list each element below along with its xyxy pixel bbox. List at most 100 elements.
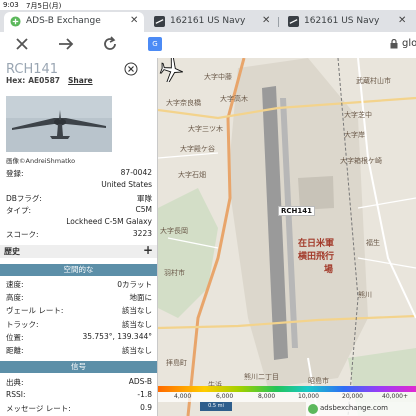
map-label: 拝島町 [166, 359, 187, 367]
signal-header: 信号 [0, 361, 157, 373]
tab-divider [278, 17, 279, 27]
spatial-label: ヴェール レート: [6, 306, 64, 315]
detail-value: C5M [135, 205, 152, 214]
spatial-row-distance: 距離: 該当なし [6, 345, 152, 357]
signal-row-rssi: RSSI: -1.8 [6, 390, 152, 402]
map-scale-bar: 0.5 mi [200, 402, 232, 411]
aircraft-marker-icon[interactable] [158, 58, 186, 82]
spatial-value: 地面に [129, 293, 153, 302]
alt-tick: 40,000+ [382, 393, 409, 400]
spatial-value: 0カラット [117, 280, 152, 289]
map-label: 羽村市 [164, 269, 185, 277]
signal-label: RSSI: [6, 390, 26, 399]
expand-plus-icon[interactable]: + [143, 243, 153, 257]
spatial-row-altitude: 高度: 地面に [6, 292, 152, 304]
status-bar: 9:03 7月5日(月) [0, 0, 416, 10]
signal-value: -1.8 [137, 390, 152, 399]
detail-row-squawk: スコーク: 3223 [6, 229, 152, 241]
alt-tick: 6,000 [216, 393, 234, 400]
detail-row-type: タイプ: C5M [6, 205, 152, 217]
signal-label: 出典: [6, 378, 24, 387]
history-section[interactable]: 歴史 + [0, 243, 157, 258]
tab-label: 162161 US Navy [304, 16, 380, 26]
spatial-row-vert-rate: ヴェール レート: 該当なし [6, 305, 152, 317]
spatial-row-position: 位置: 35.753°, 139.344° [6, 332, 152, 344]
aircraft-callsign-tag[interactable]: RCH141 [278, 206, 315, 216]
forward-arrow-icon[interactable] [56, 34, 76, 54]
airbase-label: 在日米軍 [298, 239, 335, 249]
tab-navy-1[interactable]: 162161 US Navy ✕ [148, 12, 276, 32]
aircraft-photo[interactable] [6, 96, 112, 152]
signal-row-source: 出典: ADS-B [6, 377, 152, 389]
browser-toolbar: G glo [0, 32, 416, 58]
hex-value: AE0587 [28, 76, 61, 85]
close-icon[interactable]: ✕ [398, 15, 406, 26]
close-page-icon[interactable] [12, 34, 32, 54]
tab-label: 162161 US Navy [170, 16, 246, 26]
spatial-value: 該当なし [122, 306, 152, 315]
spatial-label: 高度: [6, 293, 24, 302]
photo-credit: 画像©AndreiShmatko [6, 157, 76, 165]
spatial-label: 速度: [6, 280, 24, 289]
aircraft-callsign: RCH141 [6, 62, 59, 77]
adsbexchange-watermark: adsbexchange.com [306, 402, 416, 416]
detail-label: DBフラグ: [6, 194, 42, 203]
share-link[interactable]: Share [68, 76, 93, 85]
map-label: 大字高木 [220, 95, 248, 103]
alt-tick: 20,000 [342, 393, 363, 400]
alt-tick: 4,000 [174, 393, 192, 400]
detail-value: Lockheed C-5M Galaxy [66, 217, 152, 226]
status-time: 9:03 [3, 1, 19, 9]
map-label: 武蔵村山市 [356, 77, 391, 85]
close-panel-icon[interactable] [124, 62, 138, 76]
close-icon[interactable]: ✕ [130, 15, 138, 26]
spatial-header: 空間的な [0, 264, 157, 276]
map-label: 大字奈良橋 [166, 99, 201, 107]
signal-label: メッセージ レート: [6, 404, 71, 413]
translate-icon[interactable]: G [148, 37, 162, 51]
close-icon[interactable]: ✕ [262, 15, 270, 26]
map-label: 福生 [366, 239, 380, 247]
airbase-label: 横田飛行 [298, 252, 335, 262]
detail-label: スコーク: [6, 230, 39, 239]
map-label: 大字中藤 [204, 73, 232, 81]
map-view[interactable]: 大字中藤 大字高木 大字奈良橋 大字芝中 大字岸 大字三ツ木 大字殿ケ谷 大字箱… [158, 58, 416, 416]
hex-row: Hex: AE0587 Share [6, 76, 93, 85]
tab-label: ADS-B Exchange [26, 16, 101, 26]
map-label: 大字長岡 [160, 227, 188, 235]
spatial-row-track: トラック: 該当なし [6, 319, 152, 331]
spatial-row-speed: 速度: 0カラット [6, 279, 152, 291]
altitude-legend-ticks: 4,000 6,000 8,000 10,000 20,000 40,000+ [158, 392, 416, 402]
map-label: 熊川二丁目 [244, 373, 279, 381]
tab-adsb-exchange[interactable]: ADS-B Exchange ✕ [4, 12, 144, 32]
map-label: 大字岸 [344, 131, 365, 139]
map-label: 大字三ツ木 [188, 125, 223, 133]
map-label: 大字芝中 [344, 111, 372, 119]
plane-favicon-icon [288, 16, 299, 27]
detail-row-model: Lockheed C-5M Galaxy [6, 217, 152, 229]
map-canvas[interactable] [158, 58, 416, 416]
hex-label: Hex: [6, 76, 26, 85]
map-label: 大字石畑 [178, 171, 206, 179]
adsb-logo-icon [308, 404, 318, 414]
alt-tick: 10,000 [298, 393, 319, 400]
signal-row-msg-rate: メッセージ レート: 0.9 [6, 403, 152, 415]
detail-row-registration: 登録: 87-0042 [6, 168, 152, 180]
map-label: 大字殿ケ谷 [180, 145, 215, 153]
detail-row-country: United States [6, 180, 152, 192]
history-label: 歴史 [4, 247, 20, 256]
adsb-favicon-icon [10, 16, 21, 27]
spatial-value: 該当なし [122, 320, 152, 329]
spatial-label: 距離: [6, 346, 24, 355]
spatial-value: 35.753°, 139.344° [82, 332, 152, 341]
reload-icon[interactable] [100, 34, 120, 54]
airbase-label: 場 [324, 265, 334, 275]
detail-value: United States [101, 180, 152, 189]
spatial-label: トラック: [6, 320, 39, 329]
address-bar[interactable]: G glo [142, 36, 416, 54]
detail-value: 軍隊 [137, 194, 152, 203]
aircraft-info-panel: RCH141 Hex: AE0587 Share 画像©AndreiShmatko … [0, 58, 158, 416]
tab-navy-2[interactable]: 162161 US Navy ✕ [282, 12, 416, 32]
plane-favicon-icon [154, 16, 165, 27]
detail-label: 登録: [6, 169, 24, 178]
